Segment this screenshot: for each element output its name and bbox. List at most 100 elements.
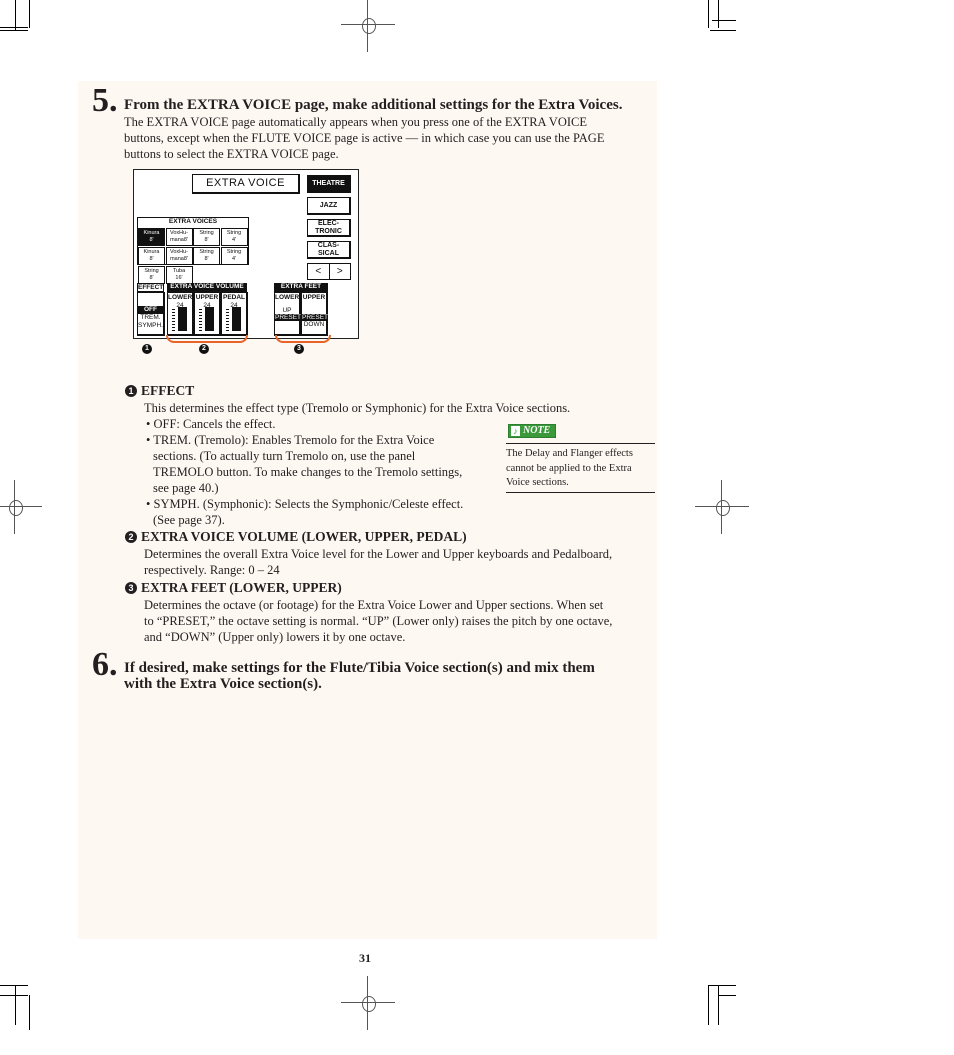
volume-body: Determines the overall Extra Voice level…: [144, 546, 612, 578]
screen-title: EXTRA VOICE: [192, 174, 300, 194]
heading-text: EXTRA VOICE VOLUME (LOWER, UPPER, PEDAL): [141, 529, 467, 544]
feet-heading: 3 EXTRA FEET (LOWER, UPPER): [125, 580, 342, 596]
volume-slider-upper[interactable]: UPPER 24: [194, 292, 221, 336]
feet-option-down[interactable]: DOWN: [302, 321, 326, 328]
step-5-number: 5.: [92, 82, 118, 119]
meter-ticks: [226, 307, 229, 331]
volume-label: PEDAL: [222, 294, 246, 301]
feet-upper-label: UPPER: [302, 294, 326, 301]
voice-name: Tuba: [172, 268, 186, 274]
effect-intro: This determines the effect type (Tremolo…: [144, 401, 571, 415]
voice-feet: 8': [149, 237, 154, 243]
marker-3-icon: 3: [125, 582, 137, 594]
theatre-button[interactable]: THEATRE: [307, 175, 351, 193]
extra-feet-lower[interactable]: LOWER UP PRESET: [274, 292, 301, 336]
registration-mark: [695, 480, 749, 534]
note-badge: ♪ NOTE: [508, 424, 556, 438]
title-line: If desired, make settings for the Flute/…: [124, 660, 595, 676]
note-line: Voice sections.: [506, 477, 569, 488]
volume-bracket: [166, 335, 248, 343]
marker-3: 3: [294, 344, 304, 354]
volume-meter: [172, 305, 190, 331]
voice-button[interactable]: String 4': [220, 247, 248, 265]
bullet-line: sections. (To actually turn Tremolo on, …: [153, 449, 416, 463]
extra-feet-upper[interactable]: UPPER PRESET DOWN: [301, 292, 328, 336]
volume-meter: [199, 305, 217, 331]
registration-mark: [341, 976, 395, 1030]
voice-feet: mana8': [170, 237, 188, 243]
body-line: buttons, except when the FLUTE VOICE pag…: [124, 131, 605, 145]
body-line: respectively. Range: 0 – 24: [144, 563, 280, 577]
extra-voice-volume-label: EXTRA VOICE VOLUME: [167, 283, 247, 292]
body-line: to “PRESET,” the octave setting is norma…: [144, 614, 613, 628]
voice-feet: 16': [175, 275, 183, 281]
effect-label: EFFECT: [137, 283, 164, 292]
voice-name: Kinura: [143, 249, 160, 255]
bullet-off: • OFF: Cancels the effect.: [146, 416, 275, 432]
marker-1: 1: [142, 344, 152, 354]
step-6-number: 6.: [92, 646, 118, 683]
effect-option-trem[interactable]: TREM.: [138, 314, 163, 322]
heading-text: EFFECT: [141, 383, 195, 398]
effect-heading: 1 EFFECT: [125, 383, 194, 399]
music-note-icon: ♪: [511, 426, 520, 436]
voice-button[interactable]: Kinura 8': [138, 228, 165, 246]
registration-mark: [0, 480, 42, 534]
voice-button[interactable]: String 8': [138, 266, 165, 284]
meter-ticks: [172, 307, 175, 331]
voice-button[interactable]: VoxHu-mana8': [165, 228, 193, 246]
page-buttons: < >: [307, 263, 351, 280]
effect-option-symph[interactable]: SYMPH.: [138, 322, 163, 330]
voice-name: VoxHu-: [169, 230, 189, 236]
voice-name: String: [199, 249, 214, 255]
voice-name: String: [199, 230, 214, 236]
meter-bar: [232, 307, 241, 331]
electronic-button[interactable]: ELEC- TRONIC: [307, 219, 351, 237]
extra-voice-screen: EXTRA VOICE THEATRE JAZZ ELEC- TRONIC CL…: [133, 169, 359, 339]
feet-option-preset[interactable]: PRESET: [302, 314, 328, 321]
body-line: Determines the octave (or footage) for t…: [144, 598, 604, 612]
note-line: cannot be applied to the Extra: [506, 462, 632, 474]
marker-2: 2: [199, 344, 209, 354]
page-prev-button[interactable]: <: [308, 264, 330, 279]
effect-selector[interactable]: OFF TREM. SYMPH.: [137, 292, 165, 336]
bullet-line: TREMOLO button. To make changes to the T…: [153, 465, 463, 479]
voice-feet: mana8': [170, 256, 188, 262]
effect-option-off[interactable]: OFF: [138, 306, 163, 314]
classical-button[interactable]: CLAS- SICAL: [307, 241, 351, 259]
heading-text: EXTRA FEET (LOWER, UPPER): [141, 580, 342, 595]
voice-feet: 8': [149, 275, 154, 281]
volume-meter: [226, 305, 244, 331]
voice-button[interactable]: Kinura 8': [138, 247, 165, 265]
marker-2-icon: 2: [125, 531, 137, 543]
voice-name: String: [226, 249, 242, 255]
voice-button[interactable]: VoxHu-mana8': [165, 247, 193, 265]
body-line: Determines the overall Extra Voice level…: [144, 547, 613, 561]
bullet-line: (See page 37).: [153, 513, 225, 527]
jazz-button[interactable]: JAZZ: [307, 197, 351, 215]
feet-option-preset[interactable]: PRESET: [275, 314, 301, 321]
note-text: The Delay and Flanger effects cannot be …: [506, 447, 656, 491]
volume-heading: 2 EXTRA VOICE VOLUME (LOWER, UPPER, PEDA…: [125, 529, 467, 545]
page-next-button[interactable]: >: [330, 264, 351, 279]
voice-button[interactable]: String 8': [193, 247, 220, 265]
volume-label: UPPER: [195, 294, 219, 301]
feet-lower-label: LOWER: [275, 294, 300, 301]
step-5-title: From the EXTRA VOICE page, make addition…: [124, 97, 623, 113]
voice-button[interactable]: String 4': [220, 228, 248, 246]
voice-name: String: [144, 268, 159, 274]
feet-option-up[interactable]: UP: [275, 307, 299, 314]
voice-name: Kinura: [143, 230, 160, 236]
bullet-line: • SYMPH. (Symphonic): Selects the Sympho…: [146, 497, 464, 511]
note-top-rule: [506, 443, 655, 444]
extra-feet-label: EXTRA FEET: [274, 283, 328, 292]
bullet-line: • TREM. (Tremolo): Enables Tremolo for t…: [146, 433, 435, 447]
voice-feet: 8': [204, 256, 209, 262]
voice-button[interactable]: String 8': [193, 228, 220, 246]
bullet-symph: • SYMPH. (Symphonic): Selects the Sympho…: [146, 496, 463, 528]
voice-name: String: [226, 230, 242, 236]
volume-slider-pedal[interactable]: PEDAL 24: [221, 292, 248, 336]
body-line: The EXTRA VOICE page automatically appea…: [124, 115, 587, 129]
voice-button[interactable]: Tuba 16': [165, 266, 193, 284]
volume-slider-lower[interactable]: LOWER 24: [167, 292, 194, 336]
